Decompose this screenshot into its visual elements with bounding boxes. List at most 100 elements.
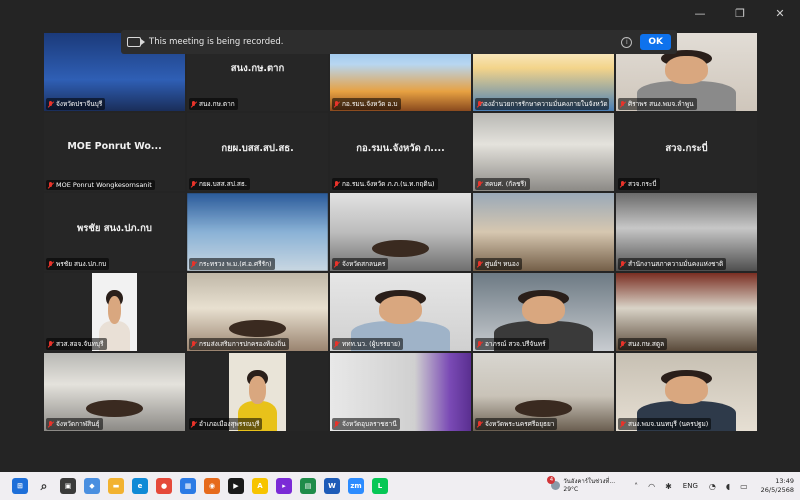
stream-icon[interactable]: ▸ xyxy=(276,478,292,494)
participant-name-label: MOE Ponrut Wongkesornsanit xyxy=(46,180,155,190)
participant-name: สวจ.กระบี่ xyxy=(628,180,657,188)
minimize-button[interactable]: — xyxy=(680,0,720,26)
participant-display-name: สนง.กษ.ตาก xyxy=(230,63,285,75)
widgets-icon[interactable]: ◆ xyxy=(84,478,100,494)
participant-tile[interactable]: ททท.นว. (ผู้บรรยาย) xyxy=(330,273,471,351)
windows-start-icon[interactable]: ⊞ xyxy=(12,478,28,494)
clock[interactable]: 13:49 26/5/2568 xyxy=(761,477,794,495)
bluetooth-icon[interactable]: ✱ xyxy=(665,482,672,491)
wifi-icon[interactable]: ◔ xyxy=(709,482,716,491)
participant-tile[interactable]: จังหวัดสกลนคร xyxy=(330,193,471,271)
mic-muted-icon xyxy=(620,180,625,188)
participant-display-name: กอ.รมน.จังหวัด ภ.... xyxy=(356,143,445,155)
participant-name: พรชัย สนง.ปภ.กบ xyxy=(56,260,107,268)
participant-name-label: กรมส่งเสริมการปกครองท้องถิ่น xyxy=(189,338,289,350)
participant-tile[interactable]: กระทรวง พ.ม.(ศ.อ.ศรีรัก) xyxy=(187,193,328,271)
participant-tile[interactable]: สวจ.กระบี่ สวจ.กระบี่ xyxy=(616,113,757,191)
media-icon[interactable]: ▶ xyxy=(228,478,244,494)
participant-name-label: กอ.รมน.จังหวัด อ.บ xyxy=(332,98,401,110)
line-icon[interactable]: L xyxy=(372,478,388,494)
participant-name-label: กระทรวง พ.ม.(ศ.อ.ศรีรัก) xyxy=(189,258,275,270)
network-icon[interactable]: ◠ xyxy=(648,482,655,491)
mic-muted-icon xyxy=(191,420,196,428)
participant-name-label: จังหวัดอุบลราชธานี xyxy=(332,418,400,430)
firefox-icon[interactable]: ◉ xyxy=(204,478,220,494)
participant-name: อำเภอเมืองสุพรรณบุรี xyxy=(199,420,260,428)
mic-muted-icon xyxy=(477,260,482,268)
clock-date: 26/5/2568 xyxy=(760,486,794,494)
clock-time: 13:49 xyxy=(775,477,794,485)
search-icon[interactable]: ⌕ xyxy=(36,478,52,494)
participant-display-name: MOE Ponrut Wo... xyxy=(67,141,162,153)
participant-name-label: สคบศ. (กัลชรี) xyxy=(475,178,530,190)
participant-name-label: สนง.พมจ.นนทบุรี (นครปฐม) xyxy=(618,418,712,430)
sheets-icon[interactable]: ▤ xyxy=(300,478,316,494)
close-button[interactable]: ✕ xyxy=(760,0,800,26)
mic-muted-icon xyxy=(334,340,339,348)
participant-tile[interactable]: สวส.สอจ.จันทบุรี xyxy=(44,273,185,351)
participant-name-label: สวส.สอจ.จันทบุรี xyxy=(46,338,107,350)
taskbar: ⊞ ⌕ ▣ ◆ ▬ e ● ▦ ◉ ▶ A ▸ ▤ Wzm L 4 วันอังคาร์ในช่วงที่.… xyxy=(0,472,800,500)
recording-icon xyxy=(127,37,145,47)
participant-name: กรมส่งเสริมการปกครองท้องถิ่น xyxy=(199,340,286,348)
edge-icon[interactable]: e xyxy=(132,478,148,494)
participant-name-label: กยผ.บสส.สป.สธ. xyxy=(189,178,250,190)
participant-tile[interactable]: สำนักงานสภาความมั่นคงแห่งชาติ xyxy=(616,193,757,271)
participant-name-label: อำเภอเมืองสุพรรณบุรี xyxy=(189,418,263,430)
participant-tile[interactable]: พรชัย สนง.ปภ.กบ พรชัย สนง.ปภ.กบ xyxy=(44,193,185,271)
mic-muted-icon xyxy=(334,420,339,428)
battery-icon[interactable]: ▭ xyxy=(740,482,748,491)
restore-button[interactable]: ❐ xyxy=(720,0,760,26)
mic-muted-icon xyxy=(334,100,339,108)
participant-name: กอ.รมน.จังหวัด ภ.ภ.(น.ท.กฤติน) xyxy=(342,180,435,188)
participant-tile[interactable]: สนง.พมจ.นนทบุรี (นครปฐม) xyxy=(616,353,757,431)
volume-icon[interactable]: ◖ xyxy=(726,482,730,491)
participant-name: จังหวัดกาฬสินธุ์ xyxy=(56,420,100,428)
mic-muted-icon xyxy=(334,180,339,188)
mic-muted-icon xyxy=(477,340,482,348)
participant-name-label: กอ.รมน.จังหวัด ภ.ภ.(น.ท.กฤติน) xyxy=(332,178,438,190)
participant-tile[interactable]: กยผ.บสส.สป.สธ. กยผ.บสส.สป.สธ. xyxy=(187,113,328,191)
participant-name: กอ.รมน.จังหวัด อ.บ xyxy=(342,100,398,108)
participant-name: จังหวัดอุบลราชธานี xyxy=(342,420,397,428)
ok-button[interactable]: OK xyxy=(640,34,671,50)
participant-tile[interactable]: กรมส่งเสริมการปกครองท้องถิ่น xyxy=(187,273,328,351)
tray-chevron-icon[interactable]: ˄ xyxy=(634,482,638,491)
recording-banner: This meeting is being recorded. i OK xyxy=(121,30,677,54)
participant-name-label: ททท.นว. (ผู้บรรยาย) xyxy=(332,338,404,350)
weather-widget[interactable]: 4 วันอังคาร์ในช่วงที่... 29°C xyxy=(547,476,615,494)
participant-name: กยผ.บสส.สป.สธ. xyxy=(199,180,247,188)
participant-name-label: ศูนย์ฯ หนอง xyxy=(475,258,522,270)
participant-display-name: พรชัย สนง.ปภ.กบ xyxy=(77,223,152,235)
participant-tile[interactable]: จังหวัดกาฬสินธุ์ xyxy=(44,353,185,431)
language-indicator[interactable]: ENG xyxy=(683,482,698,490)
participant-tile[interactable]: ศูนย์ฯ หนอง xyxy=(473,193,614,271)
participant-tile[interactable]: จังหวัดอุบลราชธานี xyxy=(330,353,471,431)
info-icon[interactable]: i xyxy=(621,36,633,48)
participant-tile[interactable]: อาภรณ์ สวจ.ปรีจันทร์ xyxy=(473,273,614,351)
system-tray: 4 วันอังคาร์ในช่วงที่... 29°C ˄ ◠ ✱ ENG … xyxy=(547,472,794,500)
mic-muted-icon xyxy=(620,100,625,108)
mic-muted-icon xyxy=(620,260,625,268)
participant-tile[interactable]: สนง.กษ.สตูล xyxy=(616,273,757,351)
participant-tile[interactable]: MOE Ponrut Wo... MOE Ponrut Wongkesornsan… xyxy=(44,113,185,191)
app-icon[interactable]: A xyxy=(252,478,268,494)
participant-tile[interactable]: จังหวัดพระนครศรีอยุธยา xyxy=(473,353,614,431)
participant-name-label: สนง.กษ.สตูล xyxy=(618,338,668,350)
store-icon[interactable]: ▦ xyxy=(180,478,196,494)
task-view-icon[interactable]: ▣ xyxy=(60,478,76,494)
word-icon[interactable]: W xyxy=(324,478,340,494)
chrome-icon[interactable]: ● xyxy=(156,478,172,494)
zoom-icon[interactable]: zm xyxy=(348,478,364,494)
participant-name: MOE Ponrut Wongkesornsanit xyxy=(56,181,152,189)
participant-tile[interactable]: อำเภอเมืองสุพรรณบุรี xyxy=(187,353,328,431)
participant-tile[interactable]: กอ.รมน.จังหวัด ภ.... กอ.รมน.จังหวัด ภ.ภ.(… xyxy=(330,113,471,191)
file-explorer-icon[interactable]: ▬ xyxy=(108,478,124,494)
mic-muted-icon xyxy=(334,260,339,268)
participant-name-label: กองอำนวยการรักษาความมั่นคงภายในจังหวัด xyxy=(475,98,609,110)
participant-name-label: ศิราพร สนง.พมจ.ลำพูน xyxy=(618,98,697,110)
participant-name: ศิราพร สนง.พมจ.ลำพูน xyxy=(628,100,694,108)
participant-name: อาภรณ์ สวจ.ปรีจันทร์ xyxy=(485,340,546,348)
participant-name: กองอำนวยการรักษาความมั่นคงภายในจังหวัด xyxy=(480,100,608,108)
participant-tile[interactable]: สคบศ. (กัลชรี) xyxy=(473,113,614,191)
